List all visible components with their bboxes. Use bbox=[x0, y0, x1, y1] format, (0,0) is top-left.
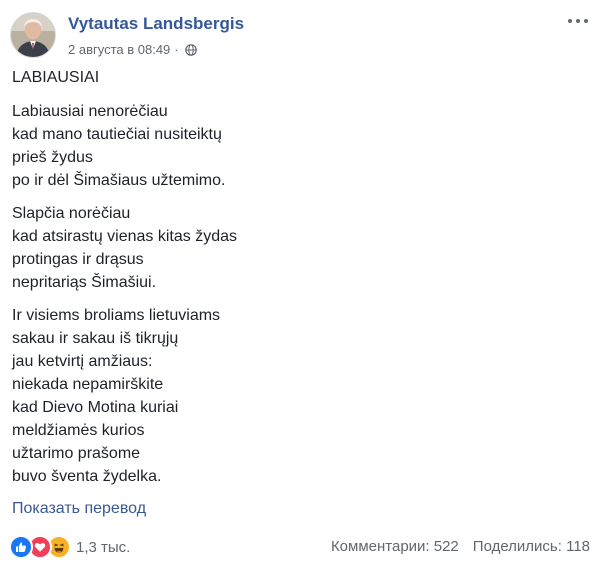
text-line: meldžiamės kurios bbox=[12, 422, 145, 439]
text-line: užtarimo prašome bbox=[12, 445, 141, 462]
post-meta: 2 августа в 08:49 · bbox=[68, 42, 197, 57]
text-line: protingas ir drąsus bbox=[12, 251, 144, 268]
stanza-3: Ir visiems broliams lietuviams sakau ir … bbox=[12, 304, 582, 488]
facebook-post: Vytautas Landsbergis 2 августа в 08:49 ·… bbox=[0, 0, 600, 563]
author-name[interactable]: Vytautas Landsbergis bbox=[68, 14, 244, 34]
text-line: kad atsirastų vienas kitas žydas bbox=[12, 228, 237, 245]
like-icon[interactable] bbox=[9, 535, 33, 559]
text-line: niekada nepamirškite bbox=[12, 376, 164, 393]
stanza-1: Labiausiai nenorėčiau kad mano tautiečia… bbox=[12, 100, 582, 192]
text-line: kad Dievo Motina kuriai bbox=[12, 399, 179, 416]
post-title: LABIAUSIAI bbox=[12, 69, 100, 86]
text-line: Slapčia norėčiau bbox=[12, 205, 131, 222]
text-line: sakau ir sakau iš tikrųjų bbox=[12, 330, 179, 347]
translate-link[interactable]: Показать перевод bbox=[12, 500, 146, 518]
post-stats: Комментарии: 522 Поделились: 118 bbox=[331, 538, 590, 555]
reaction-count[interactable]: 1,3 тыс. bbox=[76, 539, 130, 556]
reactions-summary[interactable]: 1,3 тыс. bbox=[9, 535, 130, 559]
text-line: Ir visiems broliams lietuviams bbox=[12, 307, 221, 324]
shares-count[interactable]: Поделились: 118 bbox=[473, 538, 590, 555]
post-text: LABIAUSIAI Labiausiai nenorėčiau kad man… bbox=[12, 66, 582, 498]
meta-separator: · bbox=[174, 42, 179, 57]
comments-count[interactable]: Комментарии: 522 bbox=[331, 538, 459, 555]
text-line: prieš žydus bbox=[12, 149, 93, 166]
text-line: Labiausiai nenorėčiau bbox=[12, 103, 168, 120]
text-line: buvo šventa žydelka. bbox=[12, 468, 162, 485]
more-options-icon[interactable] bbox=[568, 14, 588, 28]
avatar[interactable] bbox=[10, 12, 56, 58]
globe-icon[interactable] bbox=[184, 43, 197, 56]
stanza-2: Slapčia norėčiau kad atsirastų vienas ki… bbox=[12, 202, 582, 294]
post-date[interactable]: 2 августа в 08:49 bbox=[68, 42, 170, 57]
avatar-photo bbox=[11, 13, 55, 57]
text-line: jau ketvirtį amžiaus: bbox=[12, 353, 153, 370]
text-line: nepritariąs Šimašiui. bbox=[12, 274, 157, 291]
text-line: po ir dėl Šimašiaus užtemimo. bbox=[12, 172, 226, 189]
text-line: kad mano tautiečiai nusiteiktų bbox=[12, 126, 222, 143]
